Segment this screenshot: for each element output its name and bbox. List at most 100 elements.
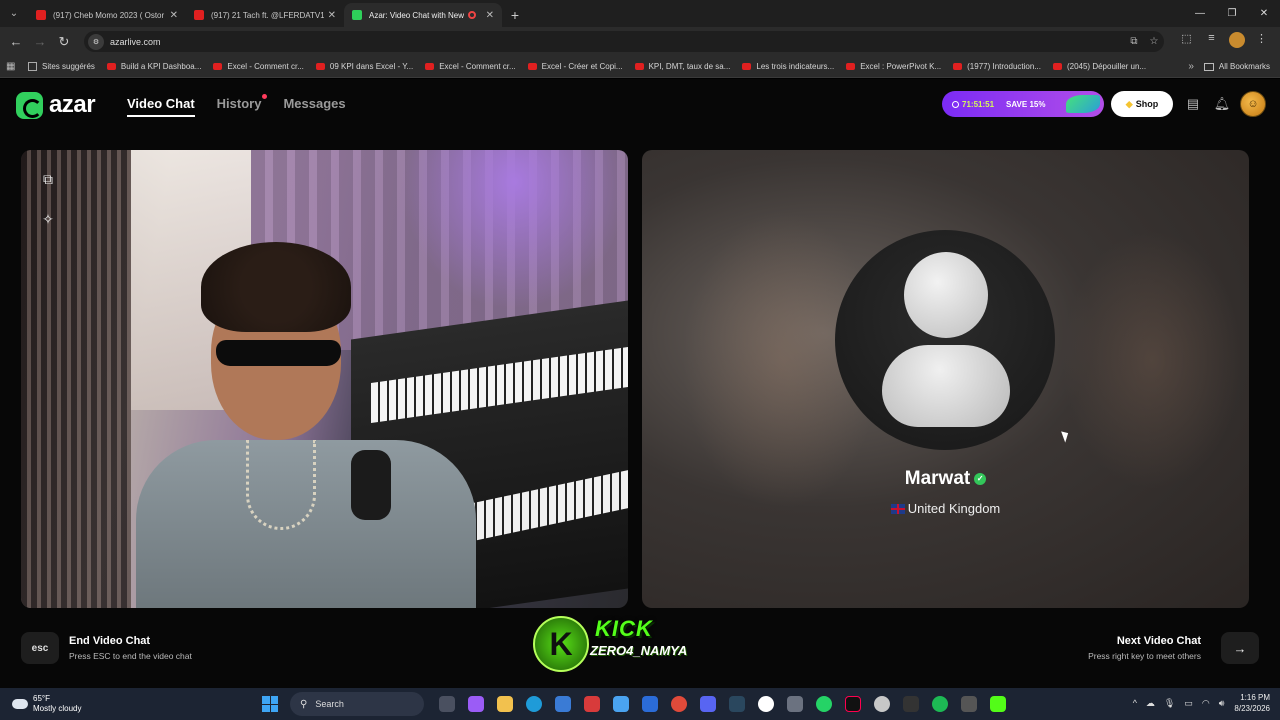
- tiktok-icon[interactable]: [844, 696, 861, 712]
- bookmark-item[interactable]: Sites suggérés: [28, 62, 95, 71]
- default-avatar-icon: [835, 230, 1055, 450]
- discord-icon[interactable]: [699, 696, 716, 712]
- bookmark-item[interactable]: Build a KPI Dashboa...: [106, 62, 202, 71]
- peer-country: United Kingdom: [642, 501, 1249, 516]
- youtube-icon: [425, 63, 435, 70]
- app-icon[interactable]: [786, 696, 803, 712]
- clock-icon: [952, 100, 959, 108]
- mic-icon[interactable]: 🎙︎: [1164, 698, 1175, 709]
- bookmark-star-icon[interactable]: ☆: [1144, 36, 1164, 47]
- main-nav: Video Chat History Messages: [127, 94, 368, 117]
- bookmark-item[interactable]: Excel - Créer et Copi...: [527, 62, 623, 71]
- windows-start-icon[interactable]: [262, 696, 278, 712]
- chrome-icon[interactable]: [670, 696, 687, 712]
- uk-flag-icon: [890, 504, 905, 514]
- spotify-icon[interactable]: [931, 696, 948, 712]
- translate-icon[interactable]: ⧉: [1124, 36, 1144, 47]
- address-bar[interactable]: ⚙ azarlive.com ⧉ ☆: [84, 31, 1164, 52]
- file-explorer-icon[interactable]: [496, 696, 513, 712]
- back-icon[interactable]: ←: [4, 34, 28, 49]
- folder-icon: [1203, 62, 1214, 71]
- capcut-icon[interactable]: [902, 696, 919, 712]
- all-bookmarks-button[interactable]: All Bookmarks: [1203, 62, 1270, 71]
- peer-country-text: United Kingdom: [907, 501, 1001, 516]
- close-tab-icon[interactable]: ✕: [170, 10, 178, 21]
- kick-username: ZERO4_NAMYA: [590, 643, 688, 658]
- browser-tab[interactable]: (917) 21 Tach ft. @LFERDATV12 ✕: [186, 3, 344, 27]
- bookmark-item[interactable]: 09 KPI dans Excel - Y...: [315, 62, 413, 71]
- bookmark-label: Build a KPI Dashboa...: [120, 62, 202, 71]
- chatgpt-icon[interactable]: [757, 696, 774, 712]
- store-icon[interactable]: [554, 696, 571, 712]
- reading-list-icon[interactable]: ≡: [1199, 32, 1224, 51]
- close-window-icon[interactable]: ✕: [1248, 0, 1280, 27]
- swap-camera-icon[interactable]: ⧉: [37, 168, 59, 190]
- reload-icon[interactable]: ↻: [52, 34, 76, 50]
- azar-logo[interactable]: azar: [16, 91, 96, 119]
- recording-icon: [467, 11, 476, 19]
- minimize-icon[interactable]: —: [1184, 0, 1216, 27]
- browser-tab[interactable]: (917) Cheb Momo 2023 ( Ostor ✕: [28, 3, 186, 27]
- bookmark-item[interactable]: KPI, DMT, taux de sa...: [634, 62, 730, 71]
- copilot-icon[interactable]: [467, 696, 484, 712]
- app-icon[interactable]: [612, 696, 629, 712]
- nav-video-chat[interactable]: Video Chat: [127, 96, 195, 117]
- restore-icon[interactable]: ❐: [1216, 0, 1248, 27]
- apps-grid-icon[interactable]: ▦: [6, 61, 18, 73]
- new-tab-button[interactable]: +: [502, 3, 528, 27]
- mail-icon[interactable]: [641, 696, 658, 712]
- nav-history[interactable]: History: [217, 94, 268, 117]
- tab-search-chevron-icon[interactable]: ⌄: [0, 0, 28, 27]
- app-l-icon[interactable]: [583, 696, 600, 712]
- wifi-icon[interactable]: ◠: [1202, 698, 1210, 709]
- bookmark-item[interactable]: Excel - Comment cr...: [213, 62, 304, 71]
- bookmark-item[interactable]: Excel : PowerPivot K...: [846, 62, 941, 71]
- app-icon[interactable]: [960, 696, 977, 712]
- steam-icon[interactable]: [728, 696, 745, 712]
- task-view-icon[interactable]: [438, 696, 455, 712]
- user-avatar[interactable]: ☺: [1240, 91, 1266, 117]
- microphone: [351, 450, 391, 520]
- app-icon[interactable]: [873, 696, 890, 712]
- bookmark-item[interactable]: (1977) Introduction...: [953, 62, 1041, 71]
- browser-tab-active[interactable]: Azar: Video Chat with New ✕: [344, 3, 502, 27]
- promo-banner[interactable]: 71:51:51 SAVE 15%: [942, 91, 1104, 117]
- browser-menu-icon[interactable]: ⋮: [1249, 32, 1274, 51]
- network-icon[interactable]: ▭: [1184, 698, 1193, 709]
- weather-widget[interactable]: 65°F Mostly cloudy: [12, 694, 162, 714]
- shop-button[interactable]: ◆ Shop: [1111, 91, 1173, 117]
- end-chat-button[interactable]: esc: [21, 632, 59, 664]
- taskbar-search[interactable]: ⚲ Search: [290, 692, 424, 716]
- hair: [201, 242, 351, 332]
- bookmark-item[interactable]: Les trois indicateurs...: [742, 62, 834, 71]
- close-tab-icon[interactable]: ✕: [328, 10, 336, 21]
- bookmark-item[interactable]: (2045) Dépouiller un...: [1052, 62, 1146, 71]
- edge-icon[interactable]: [525, 696, 542, 712]
- profile-avatar[interactable]: [1224, 32, 1249, 51]
- azar-logo-icon: [16, 91, 43, 119]
- tray-overflow-icon[interactable]: ^: [1133, 698, 1137, 708]
- site-info-icon[interactable]: ⚙: [88, 33, 104, 50]
- bell-icon[interactable]: 🔔︎: [1213, 95, 1231, 113]
- next-chat-title[interactable]: Next Video Chat: [1117, 635, 1201, 647]
- kick-overlay-logo: K KICK ZERO4_NAMYA: [533, 614, 693, 678]
- kick-app-icon[interactable]: [989, 696, 1006, 712]
- taskbar-clock[interactable]: 1:16 PM 8/23/2026: [1234, 692, 1270, 714]
- search-icon: ⚲: [300, 698, 308, 710]
- volume-icon[interactable]: 🔊︎: [1219, 698, 1225, 709]
- forward-icon[interactable]: →: [28, 34, 52, 49]
- extensions-icon[interactable]: ⬚: [1174, 32, 1199, 51]
- onedrive-icon[interactable]: ☁: [1146, 698, 1155, 709]
- whatsapp-icon[interactable]: [815, 696, 832, 712]
- next-chat-arrow-icon[interactable]: →: [1221, 632, 1259, 664]
- globe-icon: [28, 62, 37, 71]
- magic-wand-icon[interactable]: ✧: [37, 208, 59, 230]
- bookmark-item[interactable]: Excel - Comment cr...: [425, 62, 516, 71]
- close-tab-icon[interactable]: ✕: [486, 10, 494, 21]
- clock-date: 8/23/2026: [1234, 704, 1270, 713]
- more-bookmarks-chevron-icon[interactable]: »: [1188, 61, 1194, 72]
- end-chat-title[interactable]: End Video Chat: [69, 635, 150, 647]
- nav-messages[interactable]: Messages: [283, 96, 345, 117]
- inbox-icon[interactable]: ▤: [1184, 95, 1202, 113]
- peer-name-text: Marwat: [904, 468, 971, 489]
